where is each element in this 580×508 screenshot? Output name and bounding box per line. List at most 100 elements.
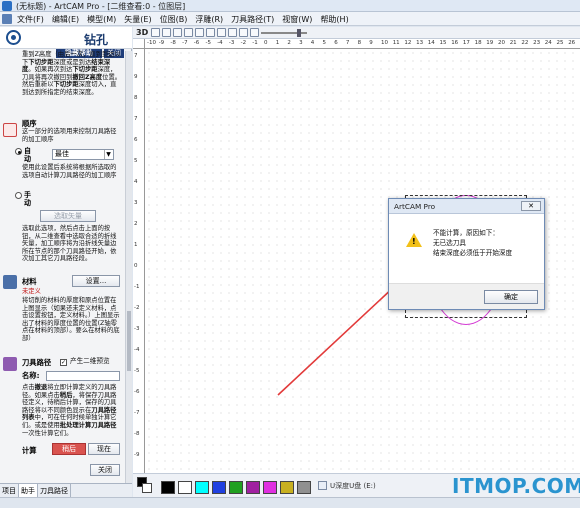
menu-toolpaths[interactable]: 刀具路径(T) bbox=[230, 14, 275, 25]
toolpath-view-icon[interactable] bbox=[239, 28, 248, 37]
ruler-tick-label: 24 bbox=[544, 40, 552, 46]
ruler-tick-label: 2 bbox=[134, 221, 138, 227]
error-dialog: ArtCAM Pro ✕ ! 不能计算，原因如下： 无已选刀具 结束深度必须低于… bbox=[388, 198, 545, 310]
name-label: 名称: bbox=[22, 371, 40, 380]
view-toolbar: 3D bbox=[133, 27, 580, 39]
menu-file[interactable]: 文件(F) bbox=[16, 14, 45, 25]
tab-project[interactable]: 项目 bbox=[0, 484, 19, 497]
dialog-message-line2: 无已选刀具 bbox=[433, 239, 466, 247]
ruler-tick-label: 10 bbox=[381, 40, 388, 46]
vertical-ruler: 7 9 8 7 6 5 4 3 2 1 0 -1 -2 -3 -4 -5 -6 -7 -8 -9 bbox=[133, 49, 145, 473]
ruler-tick-label: 20 bbox=[498, 40, 505, 46]
color-swatch[interactable] bbox=[178, 481, 192, 494]
ruler-tick-label: 7 bbox=[134, 116, 138, 122]
dialog-title: ArtCAM Pro bbox=[394, 202, 436, 211]
ruler-tick-label: 26 bbox=[568, 40, 576, 46]
material-settings-button[interactable]: 设置... bbox=[72, 275, 120, 287]
color-swatch[interactable] bbox=[263, 481, 277, 494]
intro-help-text: 重到Z高度（由后一次，直到到达以下下切步距深度或是到达结束深度。如果再次到达下切… bbox=[22, 51, 122, 96]
ruler-tick-label: -6 bbox=[134, 389, 140, 395]
pan-icon[interactable] bbox=[162, 28, 171, 37]
order-description: 这一部分的选项用来控制刀具路径的加工顺序 bbox=[22, 128, 117, 143]
ruler-tick-label: -2 bbox=[240, 40, 247, 46]
watermark: ITMOP.COM bbox=[452, 474, 580, 498]
menu-model[interactable]: 模型(M) bbox=[86, 14, 117, 25]
bitmap-layer-icon[interactable] bbox=[217, 28, 226, 37]
dialog-ok-button[interactable]: 确定 bbox=[484, 290, 538, 304]
color-swatch[interactable] bbox=[229, 481, 243, 494]
grid-icon[interactable] bbox=[184, 28, 193, 37]
dialog-close-button[interactable]: ✕ bbox=[521, 201, 541, 211]
color-swatch[interactable] bbox=[297, 481, 311, 494]
calculate-now-button[interactable]: 现在 bbox=[88, 443, 120, 455]
ruler-tick-label: -4 bbox=[217, 40, 223, 46]
document-icon[interactable] bbox=[2, 14, 12, 24]
panel-scrollbar[interactable] bbox=[125, 51, 132, 491]
material-status: 未定义 bbox=[22, 288, 41, 295]
chevron-down-icon: ▼ bbox=[104, 150, 112, 159]
ruler-tick-label: 16 bbox=[451, 40, 459, 46]
order-select[interactable]: 最佳 ▼ bbox=[52, 149, 114, 160]
menu-relief[interactable]: 浮雕(R) bbox=[194, 14, 224, 25]
zoom-slider[interactable] bbox=[261, 29, 307, 37]
snap-icon[interactable] bbox=[195, 28, 204, 37]
manual-order-radio[interactable] bbox=[15, 192, 22, 199]
dialog-title-bar: ArtCAM Pro ✕ bbox=[389, 199, 544, 214]
ruler-tick-label: 15 bbox=[439, 40, 447, 46]
ruler-tick-label: 18 bbox=[474, 40, 482, 46]
ruler-tick-label: -9 bbox=[158, 40, 165, 46]
color-swatch[interactable] bbox=[280, 481, 294, 494]
3d-view-button[interactable]: 3D bbox=[136, 28, 148, 37]
ruler-tick-label: -8 bbox=[134, 431, 140, 437]
secondary-color-swatch[interactable] bbox=[142, 483, 152, 493]
ruler-tick-label: 13 bbox=[416, 40, 424, 46]
menu-vector[interactable]: 矢量(E) bbox=[123, 14, 152, 25]
ruler-tick-label: 9 bbox=[369, 40, 373, 46]
color-swatch[interactable] bbox=[195, 481, 209, 494]
ruler-tick-label: -3 bbox=[134, 326, 140, 332]
ruler-tick-label: 7 bbox=[134, 53, 138, 59]
ruler-tick-label: 8 bbox=[134, 95, 138, 101]
close-panel-button[interactable]: 关闭 bbox=[90, 464, 120, 476]
color-icon[interactable] bbox=[250, 28, 259, 37]
bottom-status-bar bbox=[0, 497, 580, 508]
ruler-tick-label: 8 bbox=[357, 40, 362, 46]
calculate-label: 计算 bbox=[22, 446, 37, 455]
color-swatch[interactable] bbox=[161, 481, 175, 494]
ruler-tick-label: 12 bbox=[404, 40, 412, 46]
vector-layer-icon[interactable] bbox=[206, 28, 215, 37]
zoom-icon[interactable] bbox=[151, 28, 160, 37]
ruler-tick-label: 17 bbox=[462, 40, 470, 46]
relief-icon[interactable] bbox=[228, 28, 237, 37]
menu-bar: 文件(F) 编辑(E) 模型(M) 矢量(E) 位图(B) 浮雕(R) 刀具路径… bbox=[0, 12, 580, 26]
ruler-tick-label: 11 bbox=[392, 40, 400, 46]
calculate-later-button[interactable]: 稍后 bbox=[52, 443, 86, 455]
zoom-slider-knob[interactable] bbox=[297, 29, 301, 37]
ruler-tick-label: 0 bbox=[264, 40, 268, 46]
dialog-message-line3: 结束深度必须低于开始深度 bbox=[433, 249, 513, 257]
menu-help[interactable]: 帮助(H) bbox=[319, 14, 349, 25]
fit-view-icon[interactable] bbox=[173, 28, 182, 37]
dialog-message-line1: 不能计算，原因如下： bbox=[433, 229, 499, 237]
menu-bitmap[interactable]: 位图(B) bbox=[159, 14, 189, 25]
ruler-tick-label: 3 bbox=[299, 40, 303, 46]
select-vector-button[interactable]: 选取矢量 bbox=[40, 210, 96, 222]
ruler-tick-label: 23 bbox=[533, 40, 541, 46]
ruler-tick-label: 0 bbox=[134, 263, 138, 269]
ruler-tick-label: 1 bbox=[134, 242, 138, 248]
ruler-tick-label: -2 bbox=[134, 305, 140, 311]
color-swatch[interactable] bbox=[212, 481, 226, 494]
ruler-tick-label: -10 bbox=[147, 40, 156, 46]
toolpath-name-input[interactable] bbox=[46, 371, 120, 381]
menu-edit[interactable]: 编辑(E) bbox=[51, 14, 80, 25]
ruler-tick-label: 6 bbox=[334, 40, 338, 46]
tab-toolpaths[interactable]: 刀具路径 bbox=[38, 484, 71, 497]
preview-checkbox[interactable]: ✓ bbox=[60, 359, 67, 366]
tab-assistant[interactable]: 助手 bbox=[19, 484, 38, 497]
auto-order-radio[interactable] bbox=[15, 148, 22, 155]
color-swatch[interactable] bbox=[246, 481, 260, 494]
ruler-tick-label: 5 bbox=[134, 158, 138, 164]
window-title: (无标题) - ArtCAM Pro - [二维查看:0 - 位图层] bbox=[16, 2, 186, 11]
ruler-tick-label: 4 bbox=[134, 179, 138, 185]
menu-window[interactable]: 视窗(W) bbox=[281, 14, 313, 25]
